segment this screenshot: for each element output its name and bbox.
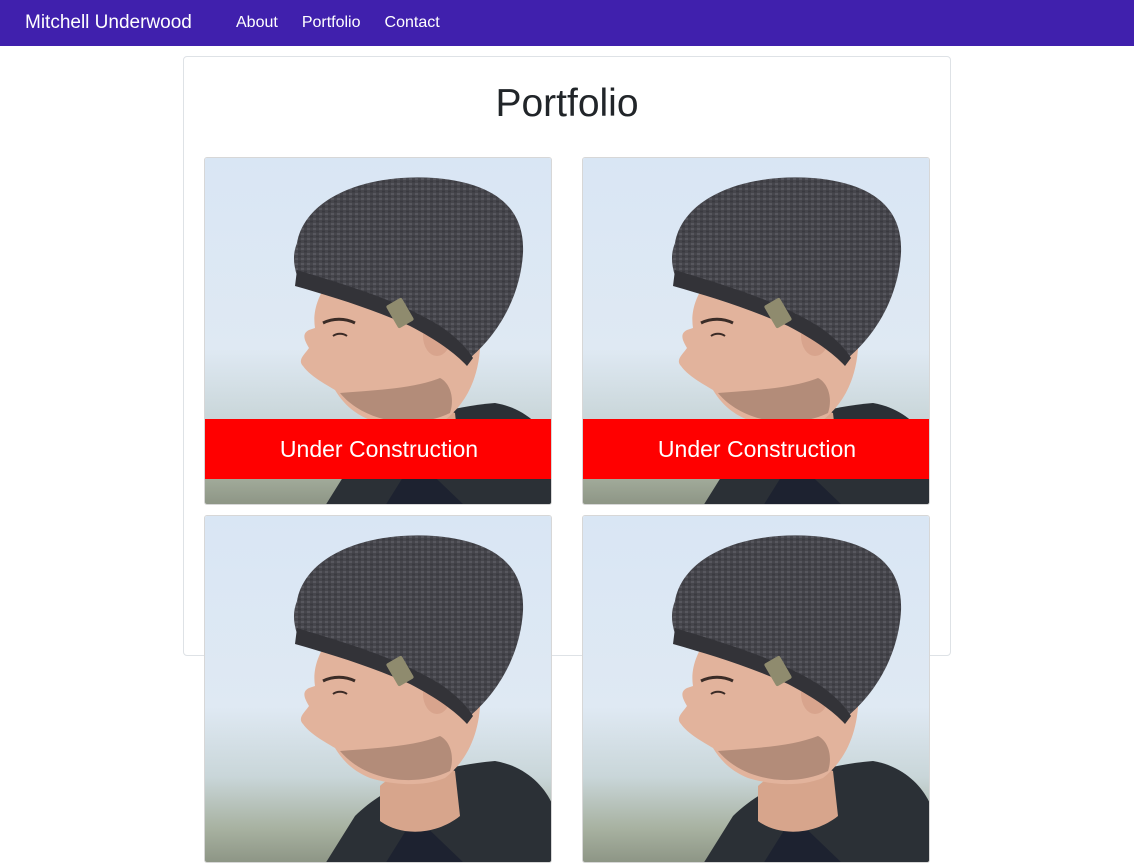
portrait-photo: [583, 516, 929, 862]
navbar: Mitchell Underwood About Portfolio Conta…: [0, 0, 1134, 46]
nav-link-about[interactable]: About: [236, 13, 278, 33]
project-tile[interactable]: [582, 515, 930, 863]
under-construction-banner: Under Construction: [583, 419, 929, 479]
project-tile[interactable]: Under Construction: [582, 157, 930, 505]
page-title: Portfolio: [495, 82, 639, 125]
nav-link-contact[interactable]: Contact: [385, 13, 440, 33]
portfolio-card: Portfolio Under Construction Under Const…: [183, 56, 951, 863]
project-tile[interactable]: Under Construction: [204, 157, 552, 505]
nav-links: About Portfolio Contact: [236, 13, 440, 33]
nav-link-portfolio[interactable]: Portfolio: [302, 13, 361, 33]
banner-text: Under Construction: [657, 436, 857, 462]
banner-text: Under Construction: [279, 436, 479, 462]
project-tile[interactable]: [204, 515, 552, 863]
portrait-photo: [205, 516, 551, 862]
brand-link[interactable]: Mitchell Underwood: [25, 11, 192, 35]
under-construction-banner: Under Construction: [205, 419, 551, 479]
